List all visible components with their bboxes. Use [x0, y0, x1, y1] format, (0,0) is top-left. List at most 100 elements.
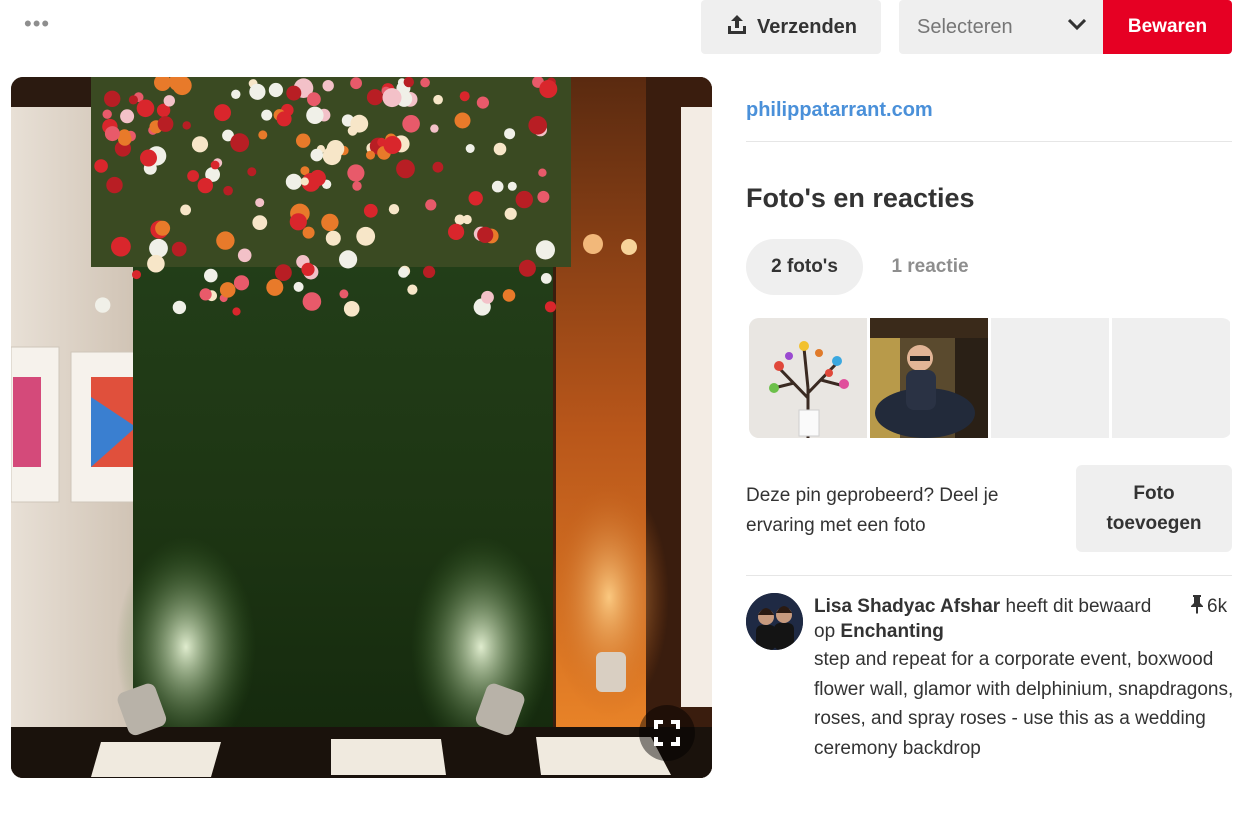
fullscreen-expand-icon[interactable]	[639, 705, 695, 761]
flower	[502, 289, 516, 302]
flower	[433, 94, 443, 105]
flower	[309, 169, 326, 187]
board-select[interactable]: Selecteren	[899, 0, 1104, 54]
add-photo-button[interactable]: Foto toevoegen	[1076, 465, 1232, 552]
flower	[504, 128, 516, 140]
flower	[366, 89, 384, 106]
tab-comments[interactable]: 1 reactie	[870, 239, 990, 295]
flower	[118, 129, 131, 142]
flower	[268, 82, 283, 98]
pin-image[interactable]	[11, 77, 712, 778]
flower	[191, 136, 209, 153]
flower	[102, 109, 112, 119]
flower	[350, 114, 369, 133]
flower	[518, 259, 536, 277]
flower	[515, 190, 533, 209]
flower	[199, 288, 212, 301]
flower	[182, 121, 191, 130]
section-title: Foto's en reacties	[746, 183, 975, 213]
flower	[210, 160, 220, 170]
flower	[544, 301, 557, 313]
flower	[247, 167, 257, 177]
flower	[302, 226, 315, 239]
flower	[537, 190, 550, 203]
flower	[216, 231, 235, 250]
flower	[302, 292, 322, 311]
add-photo-label-line1: Foto	[1133, 482, 1175, 504]
flower	[140, 149, 157, 167]
flower	[275, 264, 292, 281]
flower	[425, 199, 437, 211]
flower	[350, 77, 362, 90]
photo-thumbnail[interactable]	[870, 318, 988, 438]
flower	[382, 88, 402, 108]
more-options-icon[interactable]: •••	[24, 13, 50, 35]
flower	[258, 130, 268, 140]
flower	[539, 80, 558, 98]
flower	[293, 281, 304, 292]
flower	[301, 262, 315, 276]
source-link[interactable]: philippatarrant.com	[746, 99, 933, 122]
flower	[423, 265, 436, 278]
flower	[462, 214, 472, 225]
flower	[468, 191, 483, 206]
photo-thumbnail[interactable]	[749, 318, 867, 438]
tab-photos[interactable]: 2 foto's	[746, 239, 863, 295]
flower	[136, 99, 155, 118]
flower	[197, 177, 213, 194]
flower	[459, 91, 470, 102]
flower	[321, 213, 339, 232]
flower	[347, 164, 365, 182]
comment-header: Lisa Shadyac Afshar heeft dit bewaard op…	[814, 594, 1174, 644]
divider	[746, 575, 1232, 576]
avatar[interactable]	[746, 593, 803, 650]
flower	[231, 89, 241, 99]
send-button[interactable]: Verzenden	[701, 0, 881, 54]
tried-prompt: Deze pin geprobeerd? Deel je ervaring me…	[746, 485, 999, 536]
photo-thumbnail-empty	[1112, 318, 1230, 438]
flower	[163, 95, 175, 107]
flower	[430, 124, 439, 133]
comment-user[interactable]: Lisa Shadyac Afshar	[814, 596, 1000, 617]
flower	[95, 297, 111, 313]
flower	[356, 226, 376, 246]
comment-board[interactable]: Enchanting	[840, 621, 943, 642]
flower	[104, 90, 121, 107]
flower	[237, 248, 252, 263]
flower	[94, 159, 108, 173]
flower	[306, 106, 324, 124]
flower	[504, 207, 517, 220]
flower	[223, 185, 233, 196]
flower	[171, 241, 187, 257]
flower	[266, 278, 284, 296]
photo-thumbnails	[749, 318, 1232, 438]
photo-thumbnail-empty	[991, 318, 1109, 438]
flower	[157, 116, 174, 132]
share-upload-icon	[725, 13, 749, 42]
flower	[476, 96, 489, 109]
flower	[132, 270, 141, 280]
flower	[255, 198, 265, 208]
flower	[477, 226, 494, 243]
flower	[396, 159, 415, 179]
flower	[454, 112, 471, 129]
flower	[187, 170, 200, 182]
flower	[528, 116, 547, 135]
flower	[300, 177, 309, 186]
flower	[491, 180, 504, 193]
flower	[276, 111, 292, 127]
flower	[286, 85, 302, 101]
send-label: Verzenden	[756, 15, 858, 38]
flower	[252, 215, 268, 231]
save-button[interactable]: Bewaren	[1103, 0, 1232, 54]
flower	[307, 92, 321, 107]
pin-icon	[1190, 594, 1204, 620]
flower	[535, 240, 556, 260]
flower	[149, 238, 168, 258]
flower	[104, 126, 120, 142]
flower	[204, 268, 218, 283]
divider	[746, 141, 1232, 142]
flower	[233, 275, 250, 291]
flower	[481, 290, 494, 304]
saves-count-value: 6k	[1207, 596, 1228, 617]
